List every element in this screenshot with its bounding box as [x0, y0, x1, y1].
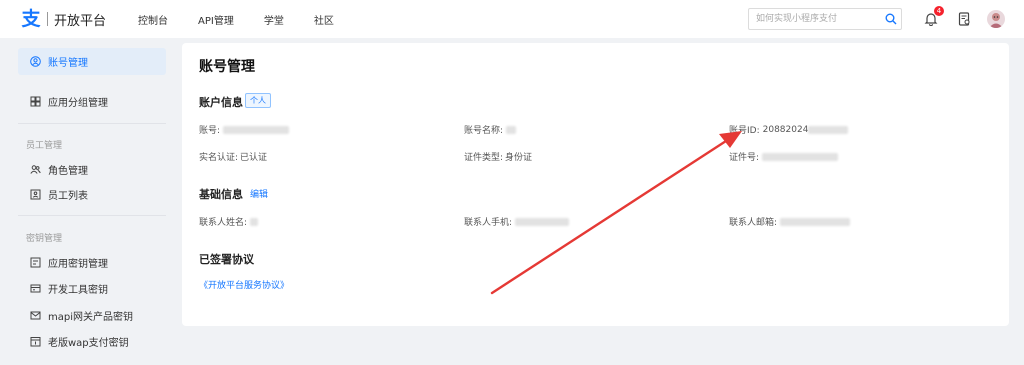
contact-name-label: 联系人姓名:: [199, 218, 248, 228]
search-icon[interactable]: [881, 9, 901, 29]
avatar[interactable]: [987, 10, 1005, 28]
sidebar-item-label: mapi网关产品密钥: [48, 312, 133, 323]
contact-name-field: 联系人姓名:: [199, 215, 259, 228]
account-id-value-redacted: [808, 125, 849, 134]
logo[interactable]: 支 开放平台: [20, 8, 106, 30]
contact-email-value-redacted: [780, 217, 851, 226]
cert-no-label: 证件号:: [729, 153, 760, 163]
account-name-field: 账号名称:: [464, 123, 517, 136]
sidebar-group-title-staff: 员工管理: [26, 141, 63, 151]
sidebar-item-label: 开发工具密钥: [48, 285, 108, 296]
page-title: 账号管理: [199, 59, 255, 75]
document-icon[interactable]: [955, 10, 973, 28]
sidebar-item-app-key-management[interactable]: 应用密钥管理: [18, 249, 166, 276]
contact-name-value-redacted: [250, 217, 259, 226]
agreements-title: 已签署协议: [199, 253, 254, 266]
cert-no-value-redacted: [762, 152, 839, 161]
nav-api-management[interactable]: API管理: [198, 12, 234, 27]
sidebar-item-dev-tool-key[interactable]: 开发工具密钥: [18, 275, 166, 302]
account-label: 账号:: [199, 126, 221, 136]
sidebar-group-title-keys: 密钥管理: [26, 234, 63, 244]
search-box: [748, 8, 902, 30]
sidebar-item-legacy-wap-key[interactable]: 老版wap支付密钥: [18, 328, 166, 355]
sidebar-item-staff-list[interactable]: 员工列表: [18, 181, 166, 208]
account-id-label: 账号ID:: [729, 126, 760, 136]
account-value-redacted: [223, 125, 290, 134]
calendar-icon: [28, 335, 42, 349]
nav-console[interactable]: 控制台: [138, 12, 168, 27]
sidebar-item-account-management[interactable]: 账号管理: [18, 48, 166, 75]
basic-info-title: 基础信息: [199, 188, 243, 201]
nav-community[interactable]: 社区: [314, 12, 334, 27]
mail-icon: [28, 309, 42, 323]
account-info-title: 账户信息: [199, 96, 243, 109]
service-agreement-link[interactable]: 《开放平台服务协议》: [199, 278, 289, 291]
app-title: 开放平台: [54, 13, 107, 29]
sidebar-item-label: 应用分组管理: [48, 98, 108, 109]
search-input[interactable]: [749, 9, 881, 29]
cert-type-value: 身份证: [505, 153, 533, 163]
account-card: 账号管理 账户信息 个人 账号: 账号名称: 账号ID: 20882024 实名…: [182, 43, 1009, 326]
realname-label: 实名认证:: [199, 153, 239, 163]
account-name-value-redacted: [506, 125, 517, 134]
id-card-icon: [28, 188, 42, 202]
sidebar-item-mapi-gateway-key[interactable]: mapi网关产品密钥: [18, 302, 166, 329]
account-id-value: 20882024: [762, 124, 809, 135]
cert-no-field: 证件号:: [729, 150, 839, 163]
realname-field: 实名认证: 已认证: [199, 150, 267, 163]
grid-icon: [28, 95, 42, 109]
cert-type-label: 证件类型:: [464, 153, 504, 163]
sidebar-item-label: 员工列表: [48, 191, 88, 202]
alipay-logo-icon: 支: [21, 7, 41, 30]
top-nav: 控制台 API管理 学堂 社区: [138, 12, 364, 27]
sidebar-item-label: 角色管理: [48, 166, 88, 177]
sidebar-item-app-group-management[interactable]: 应用分组管理: [18, 88, 166, 115]
contact-email-field: 联系人邮箱:: [729, 215, 851, 228]
sidebar-item-role-management[interactable]: 角色管理: [18, 156, 166, 183]
notification-badge: 4: [934, 6, 944, 16]
cert-type-field: 证件类型: 身份证: [464, 150, 532, 163]
sidebar-item-label: 账号管理: [48, 58, 88, 69]
sidebar: 账号管理 应用分组管理 员工管理 角色管理 员工列表 密钥管理 应用密钥管理 开…: [0, 38, 180, 365]
bell-icon[interactable]: 4: [922, 6, 944, 28]
sidebar-item-label: 应用密钥管理: [48, 259, 108, 270]
user-circle-icon: [28, 55, 42, 69]
edit-link[interactable]: 编辑: [250, 187, 268, 200]
contact-email-label: 联系人邮箱:: [729, 218, 778, 228]
realname-value: 已认证: [240, 153, 268, 163]
tool-icon: [28, 282, 42, 296]
logo-divider: [47, 12, 48, 26]
sidebar-item-label: 老版wap支付密钥: [48, 338, 129, 349]
account-name-label: 账号名称:: [464, 126, 504, 136]
top-navbar: 支 开放平台 控制台 API管理 学堂 社区 4: [0, 0, 1024, 38]
sidebar-divider: [18, 123, 166, 124]
account-id-field: 账号ID: 20882024: [729, 123, 849, 136]
people-icon: [28, 163, 42, 177]
contact-phone-value-redacted: [515, 217, 570, 226]
account-type-badge: 个人: [245, 93, 271, 108]
key-doc-icon: [28, 256, 42, 270]
nav-academy[interactable]: 学堂: [264, 12, 284, 27]
contact-phone-field: 联系人手机:: [464, 215, 570, 228]
contact-phone-label: 联系人手机:: [464, 218, 513, 228]
sidebar-divider: [18, 215, 166, 216]
account-field: 账号:: [199, 123, 290, 136]
